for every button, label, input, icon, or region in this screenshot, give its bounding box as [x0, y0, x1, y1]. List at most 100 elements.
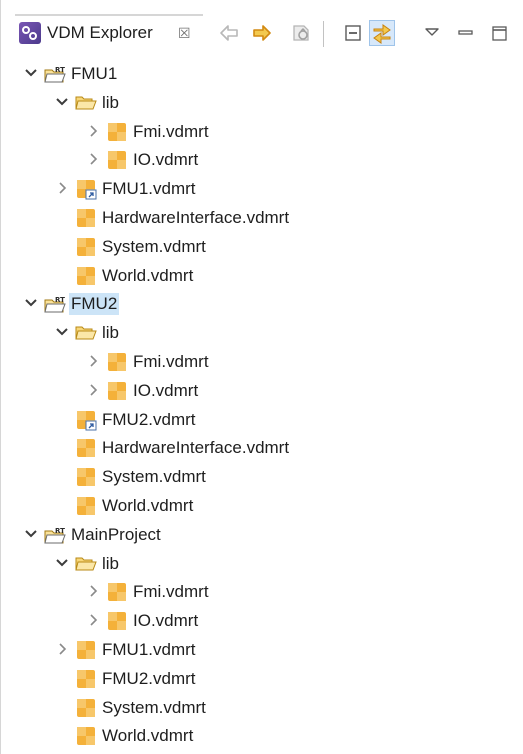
tree-item-label[interactable]: FMU1 [69, 63, 119, 85]
tree-item[interactable]: IO.vdmrt [1, 146, 523, 175]
view-tab-bar: VDM Explorer ☒ [1, 0, 523, 54]
vdm-linked-file-icon [74, 178, 98, 200]
chevron-right-icon[interactable] [54, 641, 70, 657]
view-menu-button[interactable] [419, 20, 445, 46]
tree-item-label[interactable]: Fmi.vdmrt [131, 581, 211, 603]
vdm-file-icon [105, 581, 129, 603]
tree-item-label[interactable]: System.vdmrt [100, 697, 208, 719]
vdm-file-icon [74, 725, 98, 747]
folder-open-icon [74, 92, 98, 114]
vdm-explorer-icon [19, 22, 41, 44]
tree-item[interactable]: FMU2.vdmrt [1, 665, 523, 694]
tree-item-label[interactable]: FMU2 [69, 293, 120, 316]
minimize-button[interactable] [452, 20, 478, 46]
maximize-button[interactable] [486, 20, 512, 46]
chevron-down-icon[interactable] [23, 295, 39, 311]
chevron-right-icon[interactable] [85, 353, 101, 369]
tree-item-label[interactable]: HardwareInterface.vdmrt [100, 207, 291, 229]
chevron-down-icon[interactable] [54, 94, 70, 110]
tree-item[interactable]: Fmi.vdmrt [1, 348, 523, 377]
tree-item[interactable]: lib [1, 319, 523, 348]
back-button[interactable] [216, 20, 242, 46]
tree-item-label[interactable]: HardwareInterface.vdmrt [100, 437, 291, 459]
vdm-project-icon: RT [43, 524, 67, 546]
vdm-file-icon [74, 207, 98, 229]
vdm-file-icon [105, 610, 129, 632]
tree-item[interactable]: RT FMU1 [1, 60, 523, 89]
chevron-down-icon[interactable] [54, 555, 70, 571]
chevron-right-icon[interactable] [85, 382, 101, 398]
tree-item-label[interactable]: IO.vdmrt [131, 149, 200, 171]
tree-item-label[interactable]: System.vdmrt [100, 466, 208, 488]
link-with-editor-icon [373, 24, 391, 44]
tree-item[interactable]: System.vdmrt [1, 694, 523, 723]
tree-item[interactable]: RT MainProject [1, 521, 523, 550]
tree-item[interactable]: IO.vdmrt [1, 377, 523, 406]
tree-item-label[interactable]: FMU2.vdmrt [100, 668, 198, 690]
view-title[interactable]: VDM Explorer [47, 22, 153, 44]
vdm-file-icon [74, 697, 98, 719]
tree-item[interactable]: Fmi.vdmrt [1, 578, 523, 607]
tree-item[interactable]: FMU2.vdmrt [1, 406, 523, 435]
vdm-file-icon [74, 265, 98, 287]
chevron-right-icon[interactable] [54, 180, 70, 196]
tree-item[interactable]: Fmi.vdmrt [1, 118, 523, 147]
chevron-right-icon[interactable] [85, 151, 101, 167]
chevron-right-icon[interactable] [85, 612, 101, 628]
vdm-file-icon [74, 495, 98, 517]
chevron-right-icon[interactable] [85, 583, 101, 599]
tree-item[interactable]: System.vdmrt [1, 463, 523, 492]
tree-item-label[interactable]: Fmi.vdmrt [131, 121, 211, 143]
tree-item-label[interactable]: System.vdmrt [100, 236, 208, 258]
tree-item-label[interactable]: lib [100, 322, 121, 344]
tree-item-label[interactable]: lib [100, 553, 121, 575]
svg-text:RT: RT [55, 296, 65, 304]
up-button[interactable] [288, 20, 314, 46]
tree-item[interactable]: System.vdmrt [1, 233, 523, 262]
tree-item[interactable]: RT FMU2 [1, 290, 523, 319]
tree-item-label[interactable]: MainProject [69, 524, 163, 546]
toolbar-separator [323, 21, 324, 47]
chevron-down-icon[interactable] [54, 324, 70, 340]
tree-item[interactable]: FMU1.vdmrt [1, 636, 523, 665]
chevron-down-icon[interactable] [23, 65, 39, 81]
vdm-file-icon [105, 380, 129, 402]
tree-item-label[interactable]: FMU2.vdmrt [100, 409, 198, 431]
minimize-icon [458, 30, 473, 35]
tree-item-label[interactable]: lib [100, 92, 121, 114]
view-menu-icon [425, 28, 439, 36]
vdm-explorer-view: VDM Explorer ☒ RT FMU1 lib Fmi.vdmrt IO.… [0, 0, 523, 754]
tree-item-label[interactable]: World.vdmrt [100, 725, 195, 747]
tree-item-label[interactable]: FMU1.vdmrt [100, 178, 198, 200]
close-icon[interactable]: ☒ [178, 24, 191, 42]
tree-item[interactable]: HardwareInterface.vdmrt [1, 434, 523, 463]
tree-item[interactable]: FMU1.vdmrt [1, 175, 523, 204]
folder-open-icon [74, 553, 98, 575]
link-with-editor-button[interactable] [369, 20, 395, 46]
tree-item-label[interactable]: IO.vdmrt [131, 610, 200, 632]
vdm-file-icon [74, 668, 98, 690]
vdm-file-icon [105, 351, 129, 373]
folder-open-icon [74, 322, 98, 344]
tree-item-label[interactable]: World.vdmrt [100, 495, 195, 517]
tree-item[interactable]: World.vdmrt [1, 262, 523, 291]
tree-item-label[interactable]: Fmi.vdmrt [131, 351, 211, 373]
tree-item[interactable]: World.vdmrt [1, 722, 523, 751]
tree-item[interactable]: HardwareInterface.vdmrt [1, 204, 523, 233]
tree-item[interactable]: lib [1, 89, 523, 118]
vdm-file-icon [105, 149, 129, 171]
tree-item-label[interactable]: World.vdmrt [100, 265, 195, 287]
tree-item[interactable]: lib [1, 550, 523, 579]
tree-item-label[interactable]: IO.vdmrt [131, 380, 200, 402]
vdm-file-icon [74, 236, 98, 258]
forward-button[interactable] [249, 20, 275, 46]
vdm-file-icon [74, 466, 98, 488]
tree-item[interactable]: IO.vdmrt [1, 607, 523, 636]
chevron-right-icon[interactable] [85, 123, 101, 139]
tree-item-label[interactable]: FMU1.vdmrt [100, 639, 198, 661]
collapse-all-icon [345, 25, 361, 41]
tree-item[interactable]: World.vdmrt [1, 492, 523, 521]
chevron-down-icon[interactable] [23, 526, 39, 542]
collapse-all-button[interactable] [340, 20, 366, 46]
vdm-project-icon: RT [43, 293, 67, 315]
